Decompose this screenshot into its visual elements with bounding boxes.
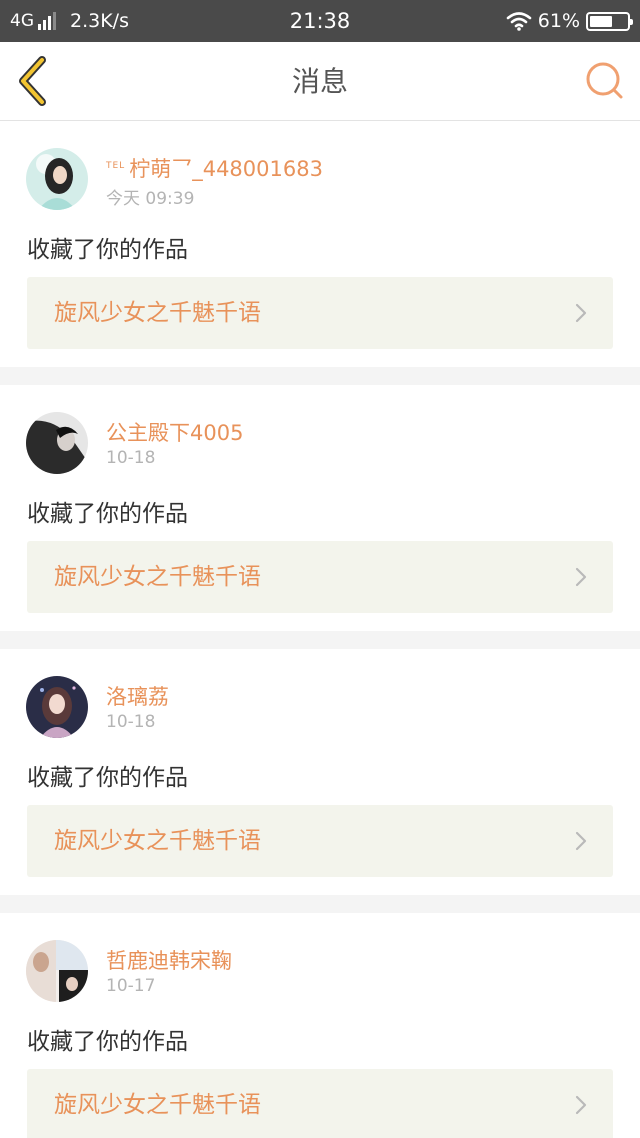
avatar[interactable]: [26, 676, 88, 738]
page-title: 消息: [291, 65, 348, 98]
work-title: 旋风少女之千魅千语: [54, 564, 261, 590]
message-time: 今天 09:39: [106, 189, 195, 209]
user-name[interactable]: 洛璃荔: [106, 681, 169, 711]
battery-icon: [586, 11, 633, 31]
battery-level: [590, 15, 612, 27]
search-button[interactable]: [582, 58, 628, 104]
work-link[interactable]: 旋风少女之千魅千语: [27, 805, 613, 877]
message-time: 10-18: [106, 712, 156, 732]
avatar[interactable]: [26, 412, 88, 474]
user-name-text: 哲鹿迪韩宋鞠: [106, 949, 232, 973]
user-name-text: 洛璃荔: [106, 685, 169, 709]
user-name-text: 柠萌乛_448001683: [129, 157, 323, 181]
message-time: 10-17: [106, 976, 156, 996]
status-right: 61%: [506, 0, 633, 42]
user-name[interactable]: 哲鹿迪韩宋鞠: [106, 945, 232, 975]
chevron-right-icon: [575, 567, 587, 587]
nav-bar: 消息: [0, 42, 640, 121]
work-title: 旋风少女之千魅千语: [54, 300, 261, 326]
user-name-text: 公主殿下4005: [106, 421, 244, 445]
action-text: 收藏了你的作品: [27, 765, 188, 791]
work-link[interactable]: 旋风少女之千魅千语: [27, 277, 613, 349]
message-card: 洛璃荔 10-18 收藏了你的作品 旋风少女之千魅千语: [0, 649, 640, 895]
message-card: 哲鹿迪韩宋鞠 10-17 收藏了你的作品 旋风少女之千魅千语: [0, 913, 640, 1138]
avatar[interactable]: [26, 148, 88, 210]
message-card: 公主殿下4005 10-18 收藏了你的作品 旋风少女之千魅千语: [0, 385, 640, 631]
avatar[interactable]: [26, 940, 88, 1002]
chevron-right-icon: [575, 1095, 587, 1115]
search-icon: [586, 62, 623, 99]
message-list: TEL 柠萌乛_448001683 今天 09:39 收藏了你的作品 旋风少女之千…: [0, 121, 640, 1138]
status-bar: 4G 2.3K/s 21:38 61%: [0, 0, 640, 42]
work-title: 旋风少女之千魅千语: [54, 1092, 261, 1118]
wifi-icon: [506, 12, 532, 31]
user-name[interactable]: 公主殿下4005: [106, 417, 243, 447]
work-title: 旋风少女之千魅千语: [54, 828, 261, 854]
action-text: 收藏了你的作品: [27, 237, 188, 263]
work-link[interactable]: 旋风少女之千魅千语: [27, 541, 613, 613]
message-card: TEL 柠萌乛_448001683 今天 09:39 收藏了你的作品 旋风少女之千…: [0, 121, 640, 367]
chevron-right-icon: [575, 303, 587, 323]
message-time: 10-18: [106, 448, 156, 468]
battery-percent: 61%: [537, 10, 580, 32]
action-text: 收藏了你的作品: [27, 1029, 188, 1055]
action-text: 收藏了你的作品: [27, 501, 188, 527]
chevron-right-icon: [575, 831, 587, 851]
name-prefix: TEL: [106, 161, 126, 171]
user-name[interactable]: TEL 柠萌乛_448001683: [106, 153, 323, 183]
work-link[interactable]: 旋风少女之千魅千语: [27, 1069, 613, 1138]
